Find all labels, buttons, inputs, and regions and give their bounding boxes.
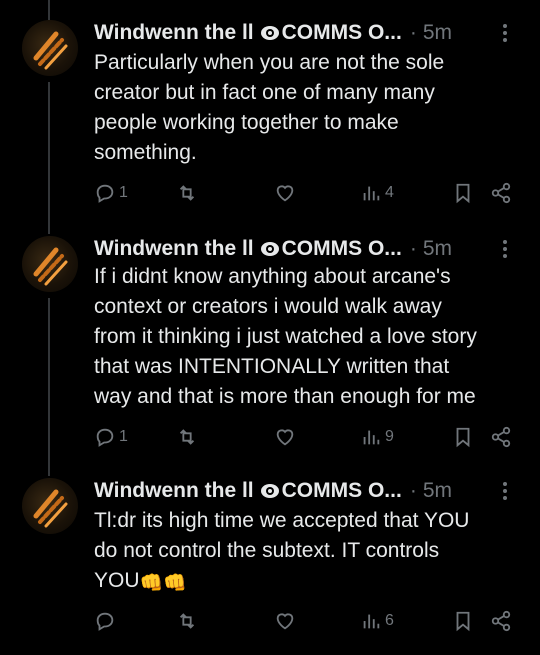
tweet-text-line: people working together to make [94, 111, 399, 134]
author-name[interactable]: Windwenn the ll [94, 21, 254, 45]
thread-line [48, 0, 50, 20]
eye-icon [260, 242, 279, 256]
share-icon [491, 182, 511, 204]
tweet[interactable]: Windwenn the ll COMMS O... · 5m If i did… [0, 234, 540, 452]
tweet-text-line: Tl:dr its high time we accepted that YOU [94, 509, 470, 532]
retweet-button[interactable] [176, 424, 198, 450]
reply-icon [96, 612, 114, 631]
tweet-text-line: If i didnt know anything about arcane's [94, 265, 451, 288]
separator: · [409, 237, 417, 260]
views-button[interactable]: 6 [360, 608, 394, 634]
author-badge-text[interactable]: COMMS O... [282, 237, 402, 261]
tweet[interactable]: Windwenn the ll COMMS O... · 5m Tl:dr it… [0, 476, 540, 646]
tweet-header: Windwenn the ll COMMS O... · 5m [94, 18, 514, 48]
more-icon[interactable] [494, 22, 516, 44]
tweet-text-line: do not control the subtext. IT controls [94, 539, 440, 562]
tweet-text-line: creator but in fact one of many many [94, 81, 435, 104]
views-icon [363, 430, 380, 445]
timestamp[interactable]: 5m [423, 21, 452, 45]
author-badge-text[interactable]: COMMS O... [282, 479, 402, 503]
tweet-text: Tl:dr its high time we accepted that YOU… [94, 506, 524, 599]
action-bar: 1 9 [94, 424, 518, 450]
timestamp[interactable]: 5m [423, 237, 452, 261]
author-name[interactable]: Windwenn the ll [94, 479, 254, 503]
reply-count: 1 [119, 184, 128, 201]
avatar[interactable] [22, 236, 78, 292]
heart-icon [276, 185, 294, 202]
reply-icon [96, 428, 114, 447]
retweet-button[interactable] [176, 180, 198, 206]
tweet-header: Windwenn the ll COMMS O... · 5m [94, 234, 514, 264]
bookmark-button[interactable] [452, 424, 474, 450]
action-bar: 1 4 [94, 180, 518, 206]
tweet-text-line: Particularly when you are not the sole [94, 51, 445, 74]
heart-icon [276, 613, 294, 630]
views-icon [363, 186, 380, 201]
tweet-header: Windwenn the ll COMMS O... · 5m [94, 476, 514, 506]
avatar[interactable] [22, 20, 78, 76]
bookmark-icon [456, 183, 470, 204]
views-count: 4 [385, 184, 394, 201]
views-button[interactable]: 9 [360, 424, 394, 450]
tweet-text-line: that was INTENTIONALLY written that [94, 355, 450, 378]
heart-icon [276, 429, 294, 446]
timestamp[interactable]: 5m [423, 479, 452, 503]
views-icon [363, 614, 380, 629]
retweet-icon [179, 613, 195, 629]
retweet-icon [179, 429, 195, 445]
eye-icon [260, 484, 279, 498]
avatar[interactable] [22, 478, 78, 534]
separator: · [409, 21, 417, 44]
share-icon [491, 610, 511, 632]
like-button[interactable] [274, 180, 296, 206]
tweet-text-line: YOU👊👊 [94, 566, 524, 599]
bookmark-icon [456, 427, 470, 448]
bookmark-icon [456, 611, 470, 632]
retweet-button[interactable] [176, 608, 198, 634]
tweet-text-line: something. [94, 141, 197, 164]
separator: · [409, 479, 417, 502]
share-button[interactable] [490, 424, 512, 450]
action-bar: 6 [94, 608, 518, 634]
bookmark-button[interactable] [452, 608, 474, 634]
reply-button[interactable]: 1 [94, 424, 128, 450]
share-button[interactable] [490, 180, 512, 206]
reply-icon [96, 184, 114, 203]
like-button[interactable] [274, 424, 296, 450]
retweet-icon [179, 185, 195, 201]
tweet-text: Particularly when you are not the sole c… [94, 48, 524, 168]
more-icon[interactable] [494, 480, 516, 502]
tweet-text: If i didnt know anything about arcane's … [94, 262, 524, 412]
views-button[interactable]: 4 [360, 180, 394, 206]
fist-bump-emoji: 👊👊 [139, 573, 187, 594]
author-name[interactable]: Windwenn the ll [94, 237, 254, 261]
share-button[interactable] [490, 608, 512, 634]
tweet-text-line: context or creators i would walk away [94, 295, 442, 318]
views-count: 6 [385, 612, 394, 629]
more-icon[interactable] [494, 238, 516, 260]
reply-button[interactable] [94, 608, 119, 634]
tweet[interactable]: Windwenn the ll COMMS O... · 5m Particul… [0, 18, 540, 214]
share-icon [491, 426, 511, 448]
eye-icon [260, 26, 279, 40]
tweet-text-line: from it thinking i just watched a love s… [94, 325, 477, 348]
like-button[interactable] [274, 608, 296, 634]
bookmark-button[interactable] [452, 180, 474, 206]
author-badge-text[interactable]: COMMS O... [282, 21, 402, 45]
reply-button[interactable]: 1 [94, 180, 128, 206]
reply-count: 1 [119, 428, 128, 445]
views-count: 9 [385, 428, 394, 445]
tweet-text-line: way and that is more than enough for me [94, 385, 476, 408]
tweet-text-segment: YOU [94, 569, 140, 592]
